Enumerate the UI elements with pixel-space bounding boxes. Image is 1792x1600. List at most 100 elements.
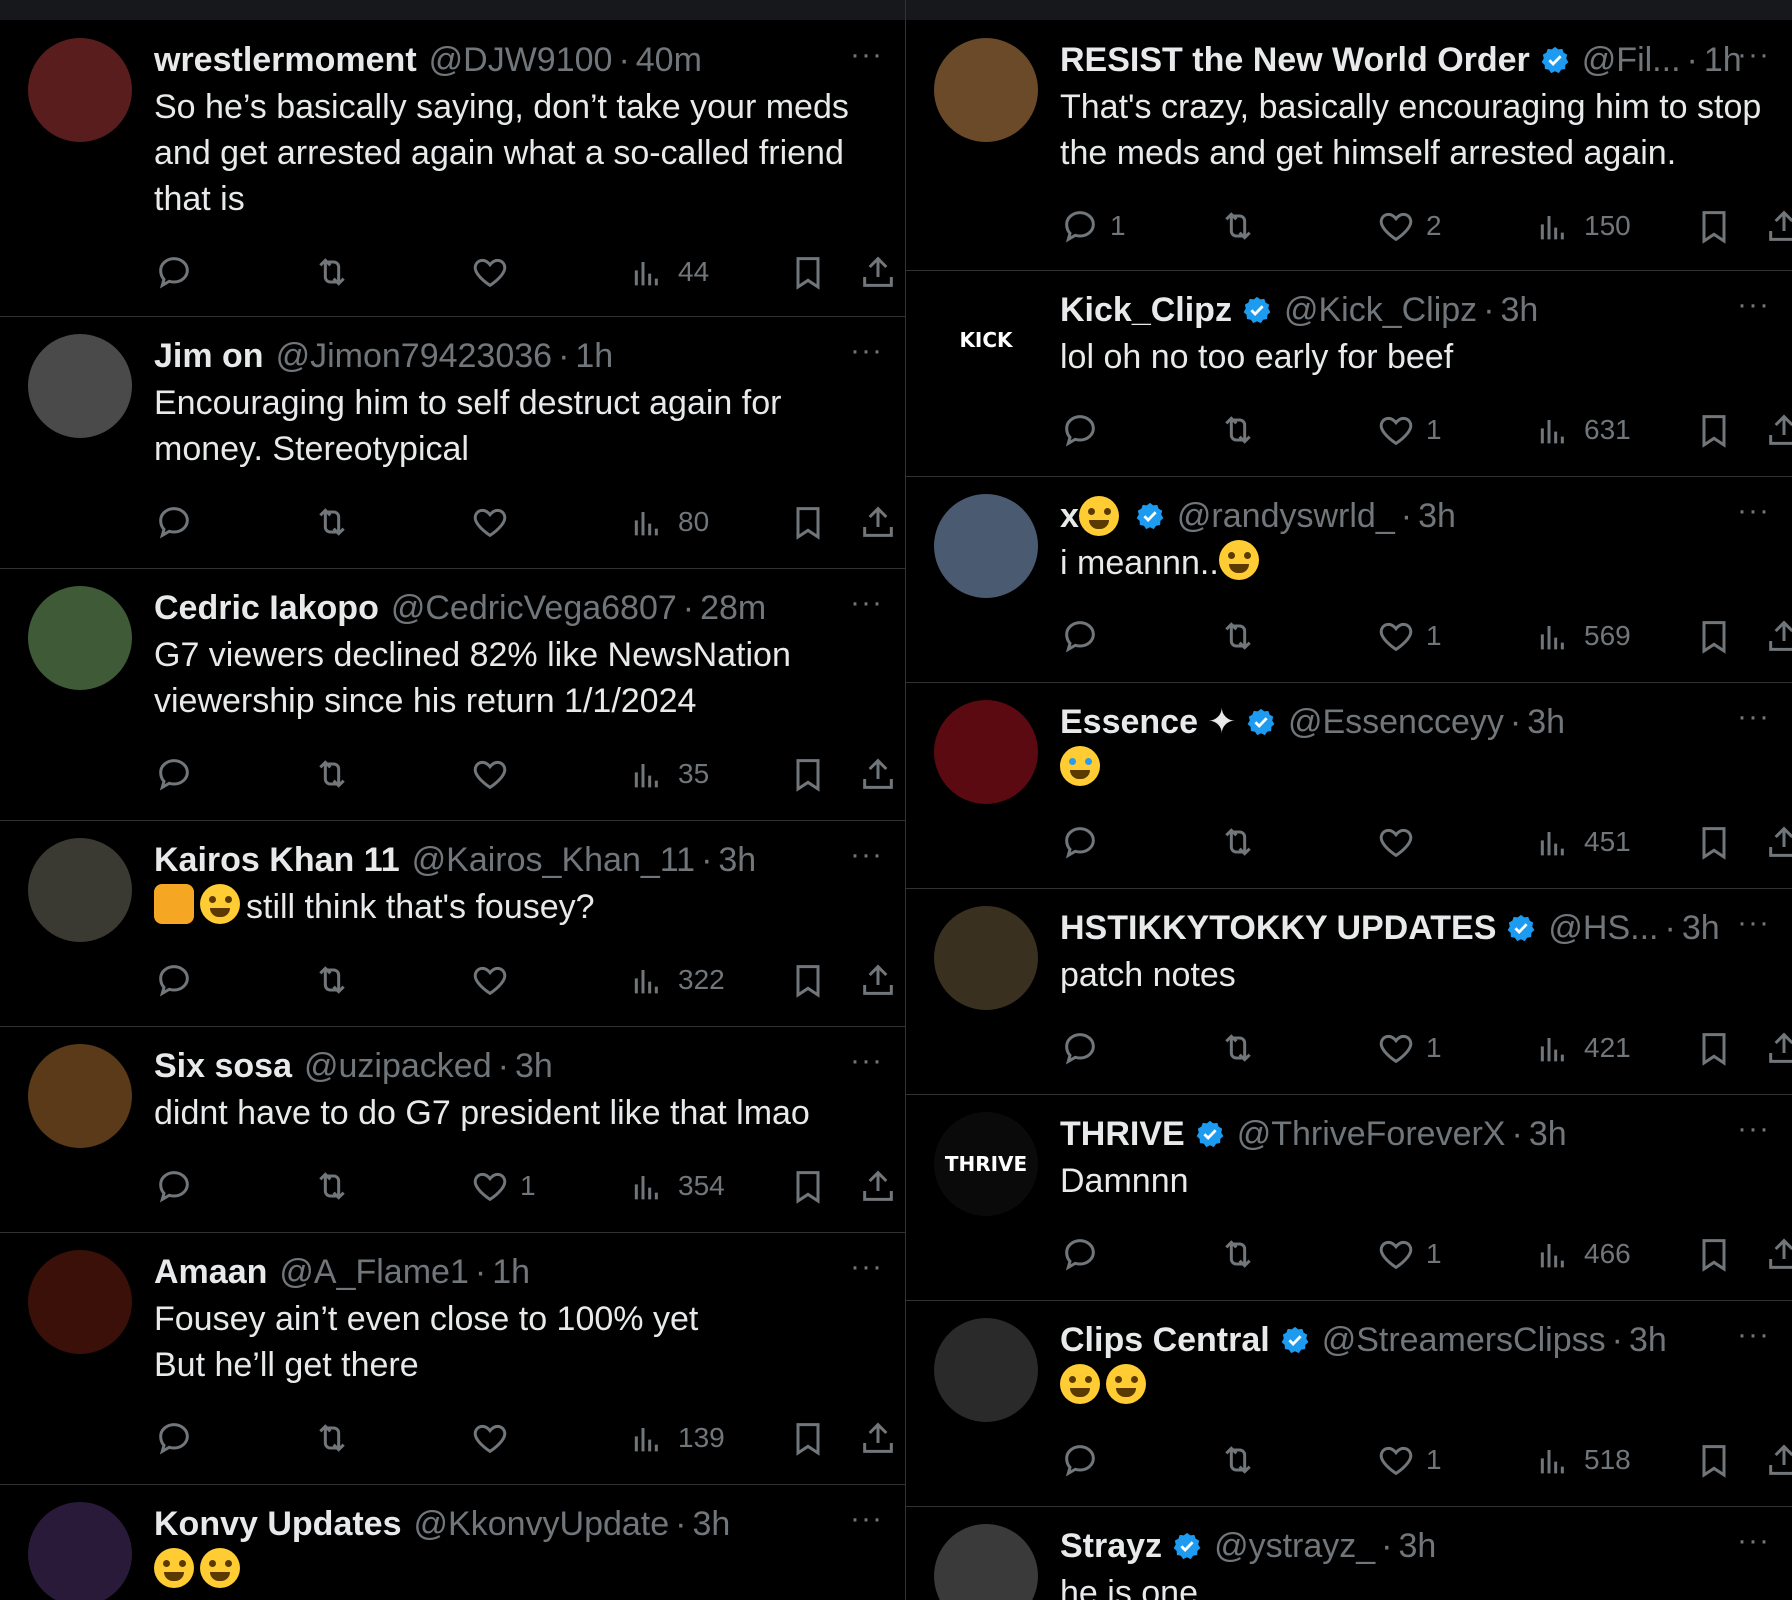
reply-post[interactable]: Cedric Iakopo @CedricVega6807 · 28m ··· G7 vi…	[0, 568, 905, 821]
display-name[interactable]: wrestlermoment	[154, 41, 417, 80]
reply-post[interactable]: Clips Central @StreamersClipss · 3h ··· 1 518	[906, 1300, 1792, 1507]
like-button[interactable]	[470, 500, 520, 544]
like-button[interactable]: 1	[1376, 614, 1442, 658]
views-button[interactable]: 35	[628, 752, 709, 796]
post-time[interactable]: 40m	[636, 41, 702, 80]
avatar[interactable]	[934, 38, 1038, 142]
bookmark-button[interactable]	[788, 250, 828, 294]
user-handle[interactable]: @Kairos_Khan_11	[412, 841, 695, 880]
share-button[interactable]	[1764, 408, 1792, 452]
post-time[interactable]: 3h	[1501, 291, 1539, 330]
views-button[interactable]: 322	[628, 958, 725, 1002]
like-button[interactable]	[1376, 820, 1426, 864]
more-options-icon[interactable]: ···	[850, 1044, 883, 1078]
avatar[interactable]: THRIVE	[934, 1112, 1038, 1216]
like-button[interactable]: 2	[1376, 204, 1442, 248]
post-time[interactable]: 3h	[515, 1047, 553, 1086]
user-handle[interactable]: @StreamersClipss	[1322, 1321, 1606, 1360]
reply-button[interactable]	[154, 1164, 204, 1208]
reply-button[interactable]	[154, 958, 204, 1002]
bookmark-button[interactable]	[788, 1164, 828, 1208]
post-time[interactable]: 3h	[718, 841, 756, 880]
more-options-icon[interactable]: ···	[1737, 1524, 1770, 1558]
avatar[interactable]	[934, 1318, 1038, 1422]
display-name[interactable]: THRIVE	[1060, 1115, 1185, 1154]
reply-post[interactable]: Kairos Khan 11 @Kairos_Khan_11 · 3h ··· still…	[0, 820, 905, 1027]
like-button[interactable]: 1	[1376, 408, 1442, 452]
user-handle[interactable]: @Fil...	[1582, 41, 1681, 80]
views-button[interactable]: 569	[1534, 614, 1631, 658]
user-handle[interactable]: @Jimon79423036	[276, 337, 552, 376]
like-button[interactable]: 1	[470, 1164, 536, 1208]
avatar[interactable]	[28, 1502, 132, 1600]
post-time[interactable]: 3h	[1527, 703, 1565, 742]
reply-button[interactable]: 1	[1060, 204, 1126, 248]
avatar[interactable]	[28, 38, 132, 142]
post-time[interactable]: 3h	[1399, 1527, 1437, 1566]
display-name[interactable]: Kick_Clipz	[1060, 291, 1232, 330]
more-options-icon[interactable]: ···	[1737, 288, 1770, 322]
share-button[interactable]	[858, 1164, 898, 1208]
repost-button[interactable]	[1218, 1026, 1268, 1070]
avatar[interactable]	[934, 494, 1038, 598]
more-options-icon[interactable]: ···	[850, 1502, 883, 1536]
reply-post[interactable]: HSTIKKYTOKKY UPDATES @HS... · 3h ··· patch no…	[906, 888, 1792, 1095]
reply-post[interactable]: Essence ✦ @Essencceyy · 3h ··· 451	[906, 682, 1792, 889]
reply-post[interactable]: x @randyswrld_ · 3h ··· i meannn.. 1 569	[906, 476, 1792, 683]
bookmark-button[interactable]	[1694, 204, 1734, 248]
views-button[interactable]: 421	[1534, 1026, 1631, 1070]
share-button[interactable]	[1764, 820, 1792, 864]
like-button[interactable]: 1	[1376, 1026, 1442, 1070]
display-name[interactable]: Clips Central	[1060, 1321, 1270, 1360]
views-button[interactable]: 466	[1534, 1232, 1631, 1276]
more-options-icon[interactable]: ···	[850, 38, 883, 72]
more-options-icon[interactable]: ···	[1737, 700, 1770, 734]
more-options-icon[interactable]: ···	[1737, 1112, 1770, 1146]
post-time[interactable]: 3h	[692, 1505, 730, 1544]
share-button[interactable]	[858, 250, 898, 294]
reply-button[interactable]	[154, 500, 204, 544]
display-name[interactable]: Strayz	[1060, 1527, 1162, 1566]
display-name[interactable]: RESIST the New World Order	[1060, 41, 1530, 80]
avatar[interactable]	[934, 700, 1038, 804]
user-handle[interactable]: @randyswrld_	[1177, 497, 1395, 536]
repost-button[interactable]	[1218, 1438, 1268, 1482]
like-button[interactable]: 1	[1376, 1438, 1442, 1482]
reply-button[interactable]	[154, 752, 204, 796]
avatar[interactable]	[28, 838, 132, 942]
reply-button[interactable]	[1060, 820, 1110, 864]
bookmark-button[interactable]	[788, 1416, 828, 1460]
user-handle[interactable]: @KkonvyUpdate	[414, 1505, 670, 1544]
reply-post[interactable]: Jim on @Jimon79423036 · 1h ··· Encouraging hi…	[0, 316, 905, 569]
share-button[interactable]	[858, 752, 898, 796]
display-name[interactable]: Cedric Iakopo	[154, 589, 379, 628]
reply-post[interactable]: wrestlermoment @DJW9100 · 40m ··· So he’s bas…	[0, 20, 905, 317]
more-options-icon[interactable]: ···	[850, 586, 883, 620]
reply-post[interactable]: Konvy Updates @KkonvyUpdate · 3h ···	[0, 1484, 905, 1600]
more-options-icon[interactable]: ···	[850, 1250, 883, 1284]
repost-button[interactable]	[312, 958, 362, 1002]
display-name[interactable]: x	[1060, 497, 1079, 536]
reply-button[interactable]	[154, 1416, 204, 1460]
bookmark-button[interactable]	[1694, 1026, 1734, 1070]
views-button[interactable]: 44	[628, 250, 709, 294]
views-button[interactable]: 139	[628, 1416, 725, 1460]
post-time[interactable]: 3h	[1529, 1115, 1567, 1154]
share-button[interactable]	[858, 500, 898, 544]
bookmark-button[interactable]	[1694, 1438, 1734, 1482]
display-name[interactable]: HSTIKKYTOKKY UPDATES	[1060, 909, 1496, 948]
display-name[interactable]: Konvy Updates	[154, 1505, 402, 1544]
user-handle[interactable]: @Kick_Clipz	[1284, 291, 1477, 330]
display-name[interactable]: Amaan	[154, 1253, 267, 1292]
avatar[interactable]	[28, 586, 132, 690]
user-handle[interactable]: @Essencceyy	[1288, 703, 1504, 742]
user-handle[interactable]: @ystrayz_	[1214, 1527, 1375, 1566]
bookmark-button[interactable]	[788, 752, 828, 796]
post-time[interactable]: 3h	[1682, 909, 1720, 948]
post-time[interactable]: 1h	[575, 337, 613, 376]
post-time[interactable]: 1h	[492, 1253, 530, 1292]
like-button[interactable]: 1	[1376, 1232, 1442, 1276]
more-options-icon[interactable]: ···	[1737, 1318, 1770, 1352]
bookmark-button[interactable]	[788, 958, 828, 1002]
like-button[interactable]	[470, 250, 520, 294]
